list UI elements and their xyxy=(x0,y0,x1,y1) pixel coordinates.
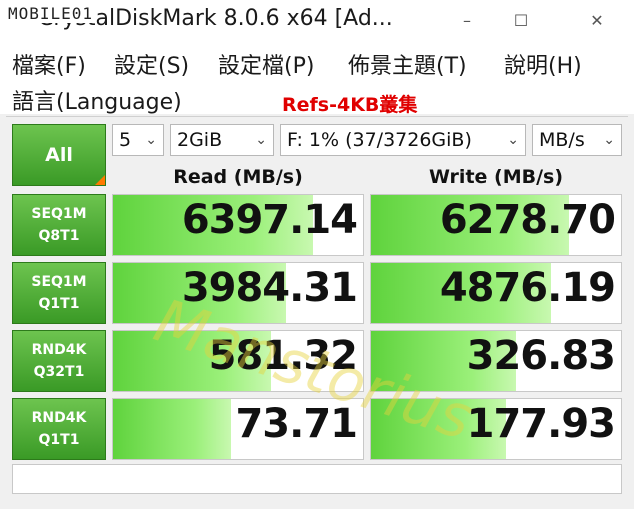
chevron-down-icon: ⌄ xyxy=(145,132,157,148)
close-button[interactable]: ✕ xyxy=(574,6,620,36)
menu-theme[interactable]: 佈景主題(T) xyxy=(348,48,467,80)
unit-value: MB/s xyxy=(539,129,585,151)
drive-value: F: 1% (37/3726GiB) xyxy=(287,129,472,151)
size-value: 2GiB xyxy=(177,129,223,151)
row-label-line2: Q32T1 xyxy=(33,364,85,380)
test-button-seq1m-q1t1[interactable]: SEQ1M Q1T1 xyxy=(12,262,106,324)
row-label-line2: Q1T1 xyxy=(38,296,80,312)
menu-profile[interactable]: 設定檔(P) xyxy=(218,48,314,80)
unit-select[interactable]: MB/s ⌄ xyxy=(532,124,622,156)
write-value: 6278.70 xyxy=(439,197,616,243)
test-button-rnd4k-q32t1[interactable]: RND4K Q32T1 xyxy=(12,330,106,392)
title-bar: CrystalDiskMark 8.0.6 x64 [Ad... MOBILE0… xyxy=(0,0,634,42)
read-fill-bar xyxy=(113,399,231,459)
test-button-seq1m-q8t1[interactable]: SEQ1M Q8T1 xyxy=(12,194,106,256)
menu-help[interactable]: 說明(H) xyxy=(504,48,582,80)
count-value: 5 xyxy=(119,129,132,151)
write-result-cell: 326.83 xyxy=(370,330,622,392)
row-label-line1: RND4K xyxy=(31,410,87,426)
chevron-down-icon: ⌄ xyxy=(507,132,519,148)
mobile01-logo: MOBILE01 xyxy=(6,4,96,23)
all-button[interactable]: All xyxy=(12,124,106,186)
read-value: 581.32 xyxy=(208,333,358,379)
annotation-label: Refs-4KB叢集 xyxy=(282,94,418,116)
read-result-cell: 581.32 xyxy=(112,330,364,392)
size-select[interactable]: 2GiB ⌄ xyxy=(170,124,274,156)
minimize-button[interactable]: – xyxy=(444,6,490,36)
write-result-cell: 4876.19 xyxy=(370,262,622,324)
corner-indicator xyxy=(95,175,105,185)
write-value: 326.83 xyxy=(466,333,616,379)
row-label-line1: RND4K xyxy=(31,342,87,358)
chevron-down-icon: ⌄ xyxy=(603,132,615,148)
chevron-down-icon: ⌄ xyxy=(255,132,267,148)
maximize-button[interactable]: ☐ xyxy=(498,6,544,36)
write-header: Write (MB/s) xyxy=(428,166,564,188)
read-value: 73.71 xyxy=(235,401,358,447)
count-select[interactable]: 5 ⌄ xyxy=(112,124,164,156)
read-result-cell: 3984.31 xyxy=(112,262,364,324)
test-button-rnd4k-q1t1[interactable]: RND4K Q1T1 xyxy=(12,398,106,460)
read-header: Read (MB/s) xyxy=(173,166,303,188)
menu-language[interactable]: 語言(Language) xyxy=(12,84,182,116)
read-value: 3984.31 xyxy=(181,265,358,311)
row-label-line1: SEQ1M xyxy=(31,206,87,222)
drive-select[interactable]: F: 1% (37/3726GiB) ⌄ xyxy=(280,124,526,156)
status-bar xyxy=(12,464,622,494)
all-button-label: All xyxy=(45,144,73,166)
write-value: 177.93 xyxy=(466,401,616,447)
read-result-cell: 6397.14 xyxy=(112,194,364,256)
write-value: 4876.19 xyxy=(439,265,616,311)
menu-file[interactable]: 檔案(F) xyxy=(12,48,86,80)
row-label-line2: Q1T1 xyxy=(38,432,80,448)
row-label-line2: Q8T1 xyxy=(38,228,80,244)
read-result-cell: 73.71 xyxy=(112,398,364,460)
menu-settings[interactable]: 設定(S) xyxy=(114,48,189,80)
row-label-line1: SEQ1M xyxy=(31,274,87,290)
read-value: 6397.14 xyxy=(181,197,358,243)
write-result-cell: 6278.70 xyxy=(370,194,622,256)
write-result-cell: 177.93 xyxy=(370,398,622,460)
